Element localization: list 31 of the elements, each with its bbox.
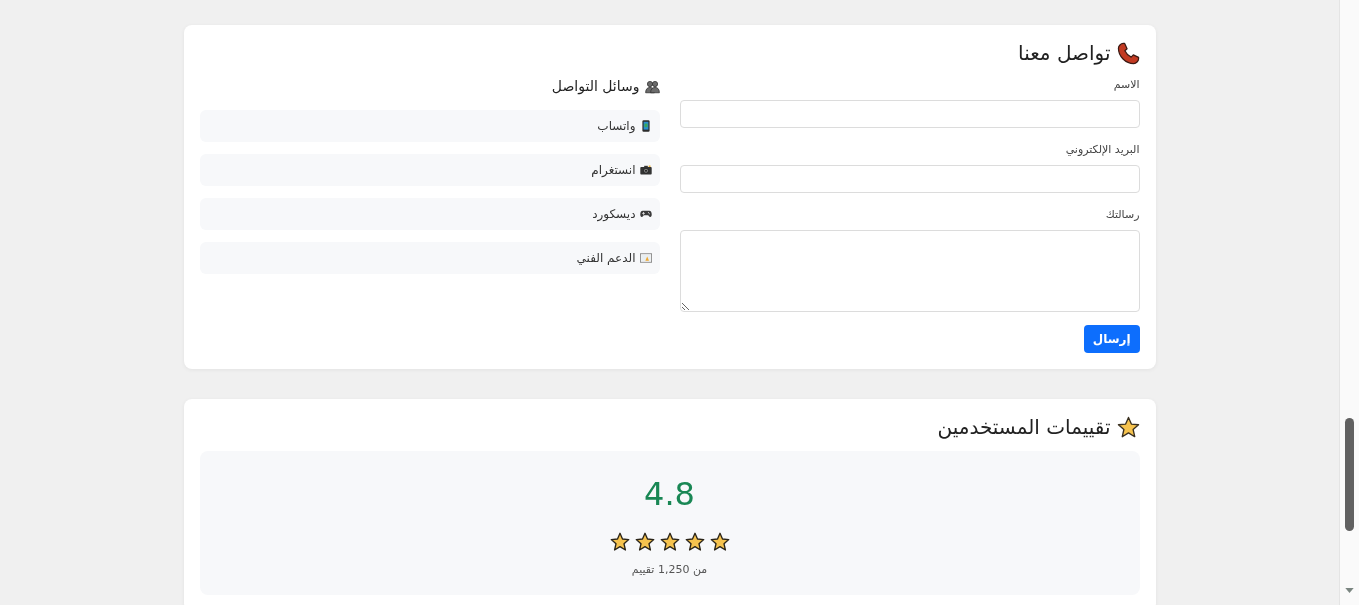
scrollbar[interactable]: [1339, 0, 1359, 605]
phone-handset-icon: [1116, 41, 1140, 65]
field-label: الاسم: [1113, 77, 1140, 93]
rating-count: من 1,250 تقييم: [631, 562, 708, 578]
input-field[interactable]: [679, 100, 1140, 128]
filled-star-icon: [709, 532, 730, 552]
field-label: البريد الإلكتروني: [1065, 142, 1140, 158]
scrollbar-thumb[interactable]: [1345, 418, 1354, 531]
social-link[interactable]: الدعم الفني: [199, 242, 660, 274]
card-title: تقييمات المستخدمين: [937, 414, 1111, 440]
people-icon: [644, 78, 660, 94]
filled-star-icon: [684, 532, 705, 552]
social-link[interactable]: واتساب: [199, 110, 660, 142]
social-link[interactable]: انستغرام: [199, 154, 660, 186]
mobile-phone-icon: [639, 120, 652, 132]
message-textarea[interactable]: [679, 230, 1140, 312]
framed-picture-icon: [639, 252, 652, 264]
star-icon: [1116, 415, 1140, 439]
filled-star-icon: [609, 532, 630, 552]
social-link[interactable]: ديسكورد: [199, 198, 660, 230]
scroll-down-arrow-icon[interactable]: [1345, 588, 1354, 593]
field-label: رسالتك: [1105, 207, 1140, 223]
camera-icon: [639, 164, 652, 176]
card-title: تواصل معنا: [1018, 40, 1111, 66]
average-rating: 4.8: [644, 475, 695, 513]
section-title: وسائل التواصل: [551, 77, 640, 96]
gamepad-icon: [639, 208, 652, 220]
input-field[interactable]: [679, 165, 1140, 193]
filled-star-icon: [634, 532, 655, 552]
submit-button[interactable]: إرسال: [1083, 325, 1140, 353]
filled-star-icon: [659, 532, 680, 552]
